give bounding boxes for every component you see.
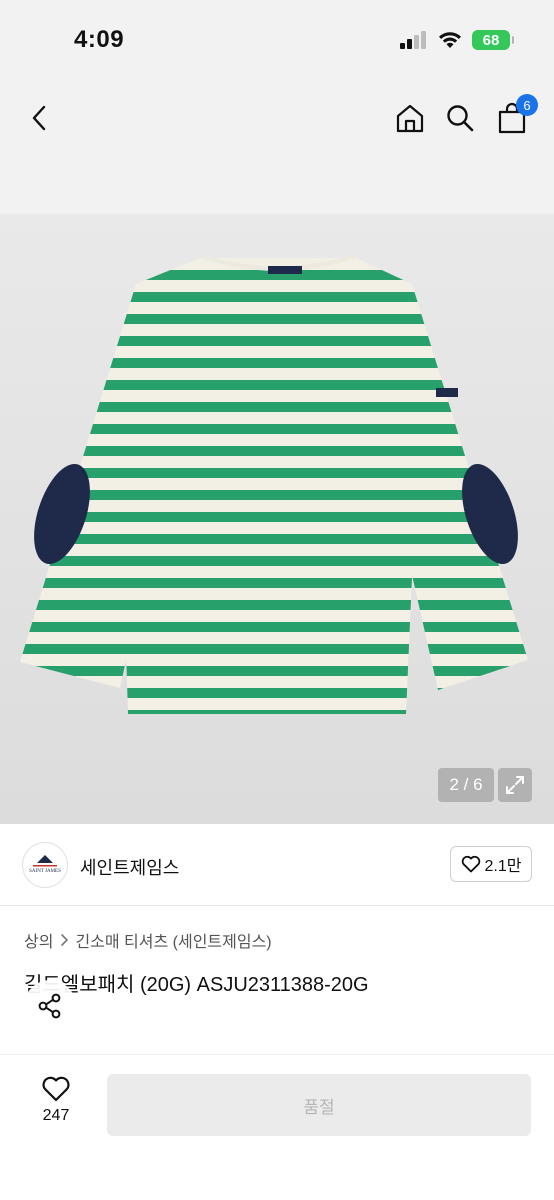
- striped-shirt-illustration: [20, 254, 528, 714]
- brand-row: SAINT JAMES 세인트제임스 2.1만: [0, 826, 554, 906]
- home-button[interactable]: [390, 98, 430, 138]
- back-button[interactable]: [20, 98, 60, 138]
- cart-count-badge: 6: [516, 94, 538, 116]
- wishlist-button[interactable]: 247: [22, 1075, 90, 1125]
- brand-logo-image: SAINT JAMES: [29, 855, 61, 874]
- expand-image-button[interactable]: [498, 768, 532, 802]
- brand-like-button[interactable]: 2.1만: [450, 846, 532, 882]
- brand-name[interactable]: 세인트제임스: [80, 854, 179, 880]
- sold-out-button: 품절: [107, 1074, 531, 1136]
- search-button[interactable]: [440, 98, 480, 138]
- cellular-signal-icon: [400, 31, 426, 49]
- product-image[interactable]: [0, 214, 554, 824]
- status-time: 4:09: [74, 26, 125, 53]
- share-button[interactable]: [24, 980, 76, 1032]
- image-counter: 2 / 6: [438, 768, 494, 802]
- chevron-right-icon: [61, 934, 69, 946]
- brand-like-count: 2.1만: [484, 858, 522, 875]
- status-icons: 68: [400, 30, 514, 50]
- battery-indicator: 68: [472, 30, 514, 50]
- battery-level: 68: [482, 31, 500, 49]
- search-icon: [447, 105, 474, 132]
- breadcrumb-item-subcategory[interactable]: 긴소매 티셔츠 (세인트제임스): [75, 928, 271, 952]
- wishlist-count: 247: [42, 1107, 70, 1124]
- heart-icon: [42, 1076, 70, 1102]
- nav-bar: 6: [0, 84, 554, 214]
- bottom-action-bar: 247 품절: [0, 1054, 554, 1200]
- breadcrumb-item-category[interactable]: 상의: [24, 928, 53, 952]
- breadcrumb: 상의 긴소매 티셔츠 (세인트제임스): [24, 928, 272, 952]
- product-title: 길드엘보패치 (20G) ASJU2311388-20G: [24, 974, 369, 996]
- brand-logo[interactable]: SAINT JAMES: [22, 842, 68, 888]
- cart-button[interactable]: 6: [492, 94, 538, 138]
- heart-icon: [461, 855, 480, 873]
- wifi-icon: [439, 32, 461, 48]
- chevron-left-icon: [32, 105, 46, 131]
- home-icon: [396, 104, 424, 133]
- share-icon: [38, 993, 61, 1019]
- status-bar: 4:09 68: [0, 0, 554, 84]
- expand-icon: [506, 776, 524, 794]
- brand-logo-text: SAINT JAMES: [29, 869, 61, 874]
